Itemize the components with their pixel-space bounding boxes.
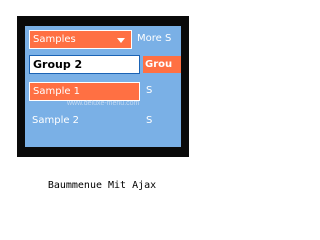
group-peek-item[interactable]: Grou <box>143 56 181 73</box>
chevron-down-icon <box>117 38 125 43</box>
more-samples-item[interactable]: More S <box>137 33 171 44</box>
group-2-label: Group 2 <box>33 58 83 71</box>
sample-2-item[interactable]: Sample 2 <box>32 115 79 126</box>
watermark: www.deluxe-menu.com <box>67 100 140 107</box>
sample-1-peek[interactable]: S <box>146 85 152 96</box>
group-2-item[interactable]: Group 2 <box>29 55 140 74</box>
menu-panel: Samples More S Group 2 Grou Sample 1 S w… <box>25 26 181 147</box>
samples-dropdown-label: Samples <box>33 34 76 45</box>
menu-frame: Samples More S Group 2 Grou Sample 1 S w… <box>17 16 189 157</box>
page-caption: Baummenue Mit Ajax <box>47 180 157 191</box>
sample-1-label: Sample 1 <box>33 86 81 97</box>
sample-1-item[interactable]: Sample 1 <box>29 82 140 101</box>
samples-dropdown[interactable]: Samples <box>29 30 132 49</box>
sample-2-peek[interactable]: S <box>146 115 152 126</box>
